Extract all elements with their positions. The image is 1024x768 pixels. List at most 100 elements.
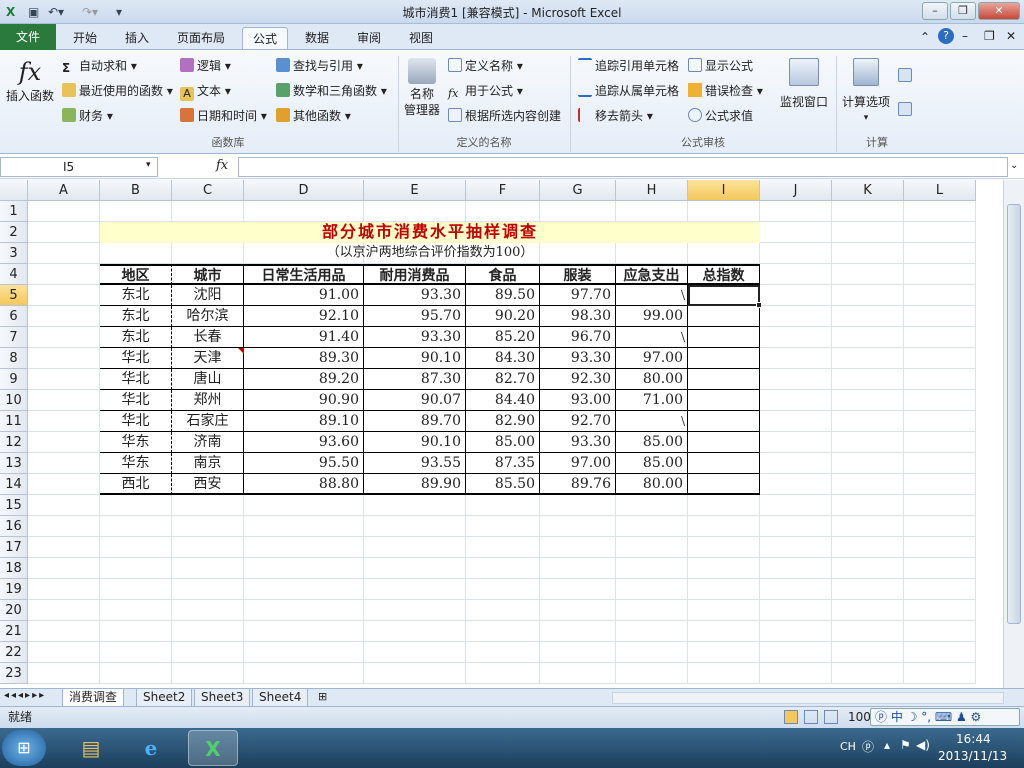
grid-cell[interactable] <box>364 558 466 579</box>
grid-cell[interactable] <box>904 348 976 369</box>
grid-cell[interactable] <box>904 411 976 432</box>
volume-icon[interactable]: ◀) <box>916 738 930 752</box>
grid-cell[interactable] <box>28 516 100 537</box>
data-cell[interactable]: 92.10 <box>244 306 364 327</box>
grid-cell[interactable] <box>760 579 832 600</box>
data-cell[interactable]: 87.35 <box>466 453 540 474</box>
math-button[interactable]: 数学和三角函数 ▾ <box>276 81 387 101</box>
grid-cell[interactable] <box>688 642 760 663</box>
ime-tray-icon[interactable]: ⓟ <box>862 738 874 755</box>
column-header-l[interactable]: L <box>904 180 976 201</box>
doc-minimize-icon[interactable]: – <box>962 29 968 43</box>
data-cell[interactable]: 92.70 <box>540 411 616 432</box>
data-cell[interactable]: 90.07 <box>364 390 466 411</box>
grid-cell[interactable] <box>28 348 100 369</box>
horizontal-scrollbar[interactable] <box>612 692 1004 704</box>
normal-view-icon[interactable] <box>784 710 798 724</box>
grid-cell[interactable] <box>832 600 904 621</box>
grid-cell[interactable] <box>466 642 540 663</box>
data-cell[interactable]: 东北 <box>100 306 172 327</box>
data-cell[interactable]: 华北 <box>100 369 172 390</box>
grid-cell[interactable] <box>688 495 760 516</box>
sheet-tab-consumption[interactable]: 消费调查 <box>62 689 125 707</box>
grid-cell[interactable] <box>28 411 100 432</box>
tab-data[interactable]: 数据 <box>294 27 340 49</box>
fill-handle[interactable] <box>756 302 762 308</box>
row-header-13[interactable]: 13 <box>0 453 28 474</box>
data-cell[interactable] <box>688 411 760 432</box>
grid-cell[interactable] <box>244 600 364 621</box>
grid-cell[interactable] <box>760 348 832 369</box>
data-cell[interactable]: 93.00 <box>540 390 616 411</box>
grid-cell[interactable] <box>904 558 976 579</box>
grid-cell[interactable] <box>616 642 688 663</box>
data-cell[interactable]: 华北 <box>100 390 172 411</box>
grid-cell[interactable] <box>688 516 760 537</box>
grid-cell[interactable] <box>28 243 100 264</box>
data-cell[interactable]: 89.76 <box>540 474 616 495</box>
grid-cell[interactable] <box>172 642 244 663</box>
grid-cell[interactable] <box>172 495 244 516</box>
grid-cell[interactable] <box>832 411 904 432</box>
table-header-cell[interactable]: 应急支出 <box>616 264 688 285</box>
grid-cell[interactable] <box>832 306 904 327</box>
data-cell[interactable] <box>688 453 760 474</box>
insert-sheet-icon[interactable]: ⊞ <box>318 690 327 703</box>
grid-cell[interactable] <box>540 642 616 663</box>
row-header-6[interactable]: 6 <box>0 306 28 327</box>
grid-cell[interactable] <box>904 264 976 285</box>
grid-cell[interactable] <box>616 558 688 579</box>
data-cell[interactable]: 88.80 <box>244 474 364 495</box>
grid-cell[interactable] <box>244 558 364 579</box>
data-cell[interactable] <box>688 432 760 453</box>
grid-cell[interactable] <box>244 495 364 516</box>
data-cell[interactable]: 西北 <box>100 474 172 495</box>
grid-cell[interactable] <box>832 285 904 306</box>
data-cell[interactable]: 85.00 <box>616 432 688 453</box>
data-cell[interactable]: 85.50 <box>466 474 540 495</box>
grid-cell[interactable] <box>244 642 364 663</box>
insert-function-button[interactable]: fx 插入函数 <box>4 56 56 104</box>
scroll-thumb[interactable] <box>1007 204 1021 624</box>
data-cell[interactable]: 93.30 <box>364 285 466 306</box>
grid-cell[interactable] <box>540 201 616 222</box>
select-all-corner[interactable] <box>0 180 28 201</box>
clock-time[interactable]: 16:44 <box>956 732 991 746</box>
file-explorer-icon[interactable]: ▤ <box>66 730 116 766</box>
grid-cell[interactable] <box>364 579 466 600</box>
grid-cell[interactable] <box>244 579 364 600</box>
grid-cell[interactable] <box>904 642 976 663</box>
grid-cell[interactable] <box>760 537 832 558</box>
grid-cell[interactable] <box>832 369 904 390</box>
grid-cell[interactable] <box>832 327 904 348</box>
row-header-5[interactable]: 5 <box>0 285 28 306</box>
table-header-cell[interactable]: 城市 <box>172 264 244 285</box>
data-cell[interactable]: 华北 <box>100 348 172 369</box>
flag-icon[interactable]: ⚑ <box>900 738 911 752</box>
data-cell[interactable]: 沈阳 <box>172 285 244 306</box>
data-cell[interactable]: \ <box>616 285 688 306</box>
table-header-cell[interactable]: 日常生活用品 <box>244 264 364 285</box>
row-header-3[interactable]: 3 <box>0 243 28 264</box>
grid-cell[interactable] <box>28 453 100 474</box>
row-header-2[interactable]: 2 <box>0 222 28 243</box>
data-cell[interactable]: 84.30 <box>466 348 540 369</box>
worksheet-grid[interactable]: A B C D E F G H I J K L 1 2 3 4 5 6 7 8 9 10 11 12 13 14 15 16 17 18 1… <box>0 180 1003 688</box>
grid-cell[interactable] <box>466 537 540 558</box>
grid-cell[interactable] <box>904 306 976 327</box>
grid-cell[interactable] <box>540 516 616 537</box>
grid-cell[interactable] <box>760 453 832 474</box>
row-header-8[interactable]: 8 <box>0 348 28 369</box>
column-header-j[interactable]: J <box>760 180 832 201</box>
data-cell[interactable]: 95.50 <box>244 453 364 474</box>
data-cell[interactable]: 90.10 <box>364 348 466 369</box>
grid-cell[interactable] <box>832 474 904 495</box>
grid-cell[interactable] <box>616 621 688 642</box>
grid-cell[interactable] <box>172 516 244 537</box>
grid-cell[interactable] <box>28 642 100 663</box>
grid-cell[interactable] <box>540 663 616 684</box>
grid-cell[interactable] <box>100 558 172 579</box>
grid-cell[interactable] <box>904 201 976 222</box>
more-functions-button[interactable]: 其他函数 ▾ <box>276 106 351 126</box>
grid-cell[interactable] <box>466 558 540 579</box>
